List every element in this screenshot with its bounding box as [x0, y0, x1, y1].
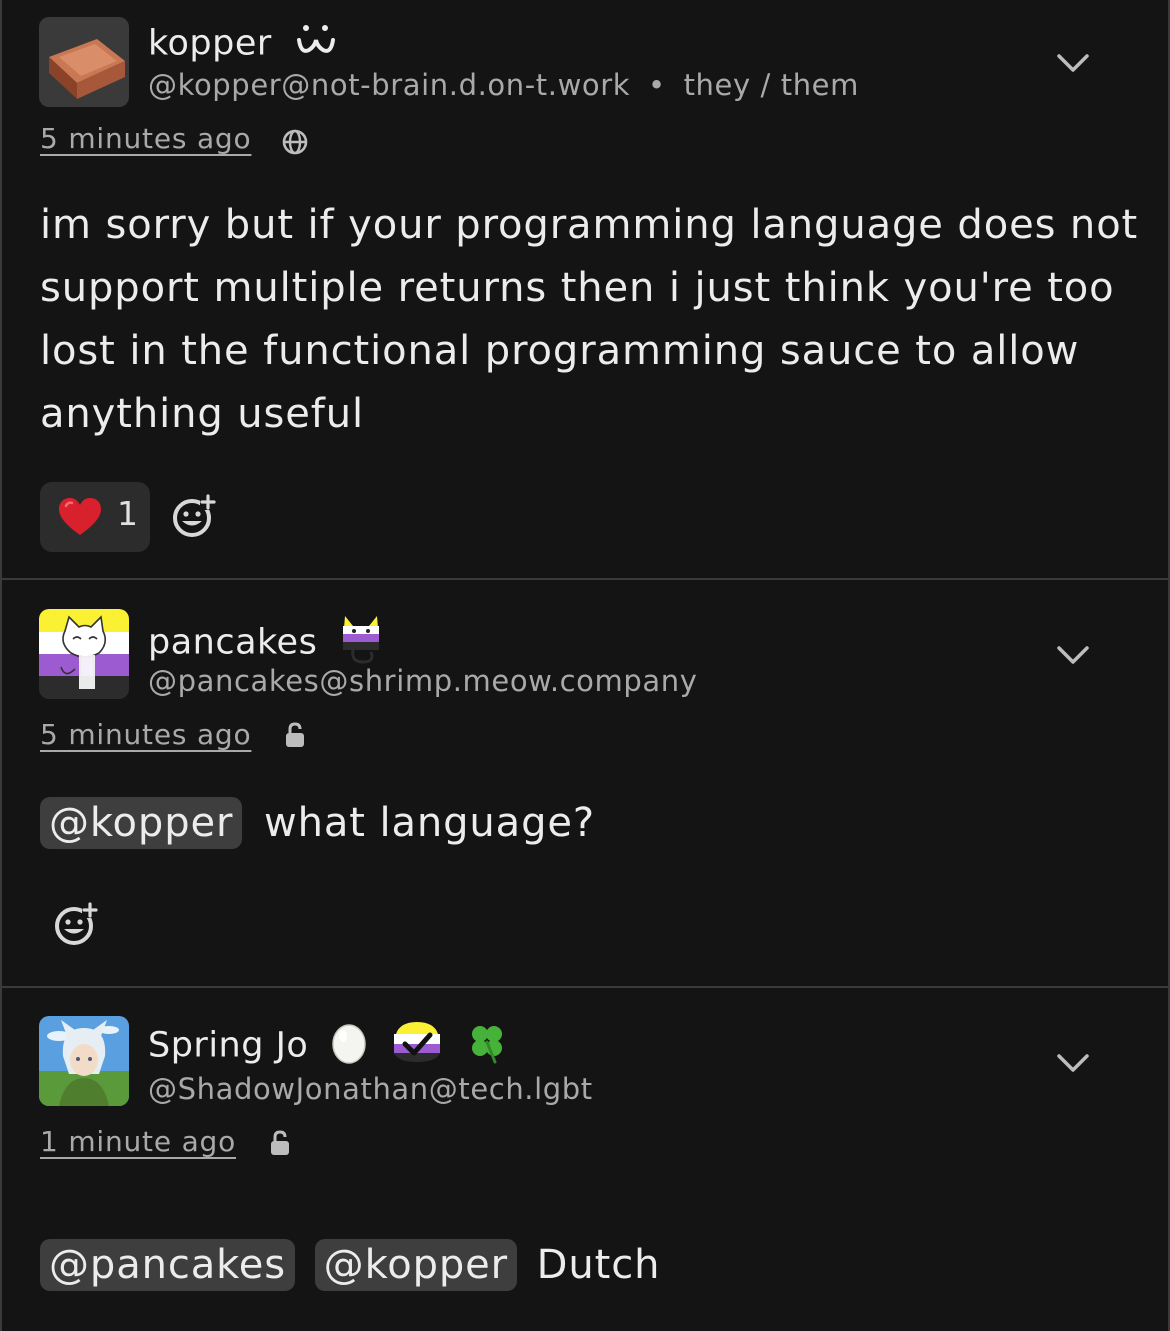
- owo-face-emoji: [295, 20, 339, 69]
- post-kopper: kopper @kopper@not-brain.d.on-t.work • t…: [0, 0, 1170, 580]
- egg-emoji: [330, 1020, 368, 1073]
- post-spring-jo: Spring Jo @ShadowJonathan@tech.lgbt 1 mi…: [0, 988, 1170, 1331]
- chevron-down-icon[interactable]: [1056, 638, 1090, 672]
- clover-emoji: [465, 1020, 509, 1073]
- lock-open-icon: [271, 1130, 289, 1155]
- avatar-kopper[interactable]: [39, 17, 129, 107]
- post-content: @pancakes @kopper Dutch: [40, 1234, 1140, 1297]
- globe-icon: [282, 129, 308, 155]
- post-content: @kopper what language?: [40, 792, 1140, 855]
- add-reaction-icon[interactable]: [170, 492, 218, 540]
- avatar-spring-jo[interactable]: [39, 1016, 129, 1106]
- mention-kopper[interactable]: @kopper: [40, 797, 243, 849]
- timestamp[interactable]: 5 minutes ago: [40, 122, 251, 155]
- display-name[interactable]: kopper: [148, 20, 339, 69]
- reaction-heart[interactable]: 1: [40, 482, 150, 552]
- nonbinary-check-emoji: [390, 1020, 444, 1073]
- post-content: im sorry but if your programming languag…: [40, 202, 1139, 437]
- chevron-down-icon[interactable]: [1056, 1046, 1090, 1080]
- handle[interactable]: @ShadowJonathan@tech.lgbt: [148, 1072, 593, 1106]
- chevron-down-icon[interactable]: [1056, 46, 1090, 80]
- lock-open-icon: [286, 722, 304, 747]
- heart-icon: [59, 498, 101, 535]
- pronouns: they / them: [683, 68, 859, 102]
- mention-kopper[interactable]: @kopper: [314, 1239, 518, 1291]
- timestamp[interactable]: 5 minutes ago: [40, 718, 251, 751]
- avatar-pancakes[interactable]: [39, 609, 129, 699]
- handle[interactable]: @kopper@not-brain.d.on-t.work • they / t…: [148, 68, 859, 102]
- display-name[interactable]: Spring Jo: [148, 1020, 509, 1073]
- mention-pancakes[interactable]: @pancakes: [40, 1239, 296, 1291]
- timestamp[interactable]: 1 minute ago: [40, 1125, 236, 1158]
- reaction-count: 1: [117, 494, 138, 533]
- add-reaction-icon[interactable]: [52, 900, 100, 948]
- handle[interactable]: @pancakes@shrimp.meow.company: [148, 664, 698, 698]
- post-pancakes: pancakes @pancakes@shrimp.meow.company 5…: [0, 580, 1170, 988]
